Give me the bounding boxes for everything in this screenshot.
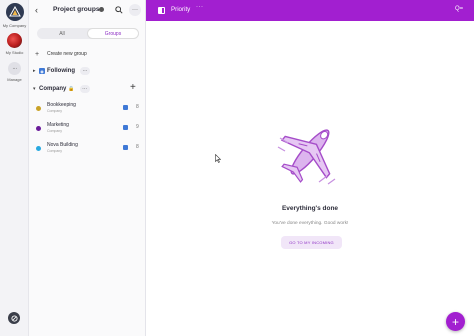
section-more-button[interactable]: ··· [79, 85, 90, 93]
project-groups-sidebar: ‹ Project groups ··· All Groups + Create… [29, 0, 146, 336]
section-company[interactable]: ▾ Company 🔒 ··· [33, 84, 90, 94]
workspace-my-company[interactable]: My Company [0, 3, 29, 28]
group-item[interactable]: Marketing Company 9 [35, 121, 144, 137]
workspace-label: My Studio [5, 50, 24, 55]
section-following[interactable]: ▸ ◉ Following ··· [33, 66, 90, 76]
group-subtitle: Company [47, 149, 62, 153]
create-group-button[interactable]: + Create new group [35, 50, 87, 58]
section-more-button[interactable]: ··· [80, 67, 90, 75]
go-to-incoming-button[interactable]: GO TO MY INCOMING [281, 236, 342, 249]
airplane-illustration-icon [277, 129, 336, 185]
rss-icon: ◉ [39, 68, 45, 74]
sidebar-header: ‹ Project groups ··· [29, 4, 146, 18]
add-group-button[interactable]: + [130, 83, 136, 93]
info-icon[interactable] [99, 7, 104, 12]
rss-icon[interactable] [123, 105, 128, 110]
more-options-button[interactable]: ··· [129, 4, 141, 16]
lock-icon: 🔒 [68, 86, 75, 92]
empty-state-subtitle: You've done everything. Good work! [271, 221, 349, 226]
group-name: Nova Building [47, 142, 78, 148]
group-name: Bookkeeping [47, 102, 76, 108]
manage-label: Manage [7, 77, 22, 82]
search-icon [115, 6, 123, 14]
group-color-dot [36, 106, 41, 111]
create-group-label: Create new group [47, 51, 87, 57]
filter-menu-icon[interactable]: Q= [455, 6, 463, 12]
tab-groups[interactable]: Groups [87, 28, 139, 39]
rss-icon[interactable] [123, 145, 128, 150]
section-label: Company [39, 86, 67, 92]
page-title: Priority [171, 6, 191, 13]
group-color-dot [36, 126, 41, 131]
plus-icon: + [35, 50, 40, 58]
group-count: 8 [136, 104, 139, 110]
top-bar: Priority ··· Q= [146, 0, 474, 21]
mouse-cursor-icon [215, 154, 221, 163]
search-button[interactable] [113, 4, 125, 16]
group-subtitle: Company [47, 129, 62, 133]
group-filter-tabs: All Groups [37, 28, 139, 39]
group-name: Marketing [47, 122, 69, 128]
back-arrow-icon[interactable]: ‹ [35, 5, 38, 15]
group-count: 8 [136, 144, 139, 150]
workspace-my-studio[interactable]: My Studio [0, 33, 29, 55]
company-logo-icon [5, 3, 24, 21]
manage-workspaces[interactable]: ··· Manage [0, 62, 29, 82]
toggle-sidebar-icon[interactable] [158, 7, 165, 14]
workspace-label: My Company [2, 23, 27, 28]
add-task-button[interactable]: + [446, 312, 465, 331]
main-content: Everything's done You've done everything… [146, 21, 474, 336]
studio-avatar-icon [7, 33, 22, 48]
more-options-button[interactable]: ··· [196, 4, 204, 10]
group-item[interactable]: Bookkeeping Company 8 [35, 101, 144, 117]
group-subtitle: Company [47, 109, 62, 113]
app-rail: My Company My Studio ··· Manage [0, 0, 29, 336]
section-label: Following [47, 68, 75, 74]
group-count: 9 [136, 124, 139, 130]
group-color-dot [36, 146, 41, 151]
tab-all[interactable]: All [37, 28, 87, 39]
rss-icon[interactable] [123, 125, 128, 130]
empty-state-title: Everything's done [281, 205, 339, 212]
more-icon: ··· [8, 62, 21, 75]
help-icon[interactable] [8, 312, 20, 324]
sidebar-title: Project groups [53, 6, 100, 13]
group-item[interactable]: Nova Building Company 8 [35, 141, 144, 157]
